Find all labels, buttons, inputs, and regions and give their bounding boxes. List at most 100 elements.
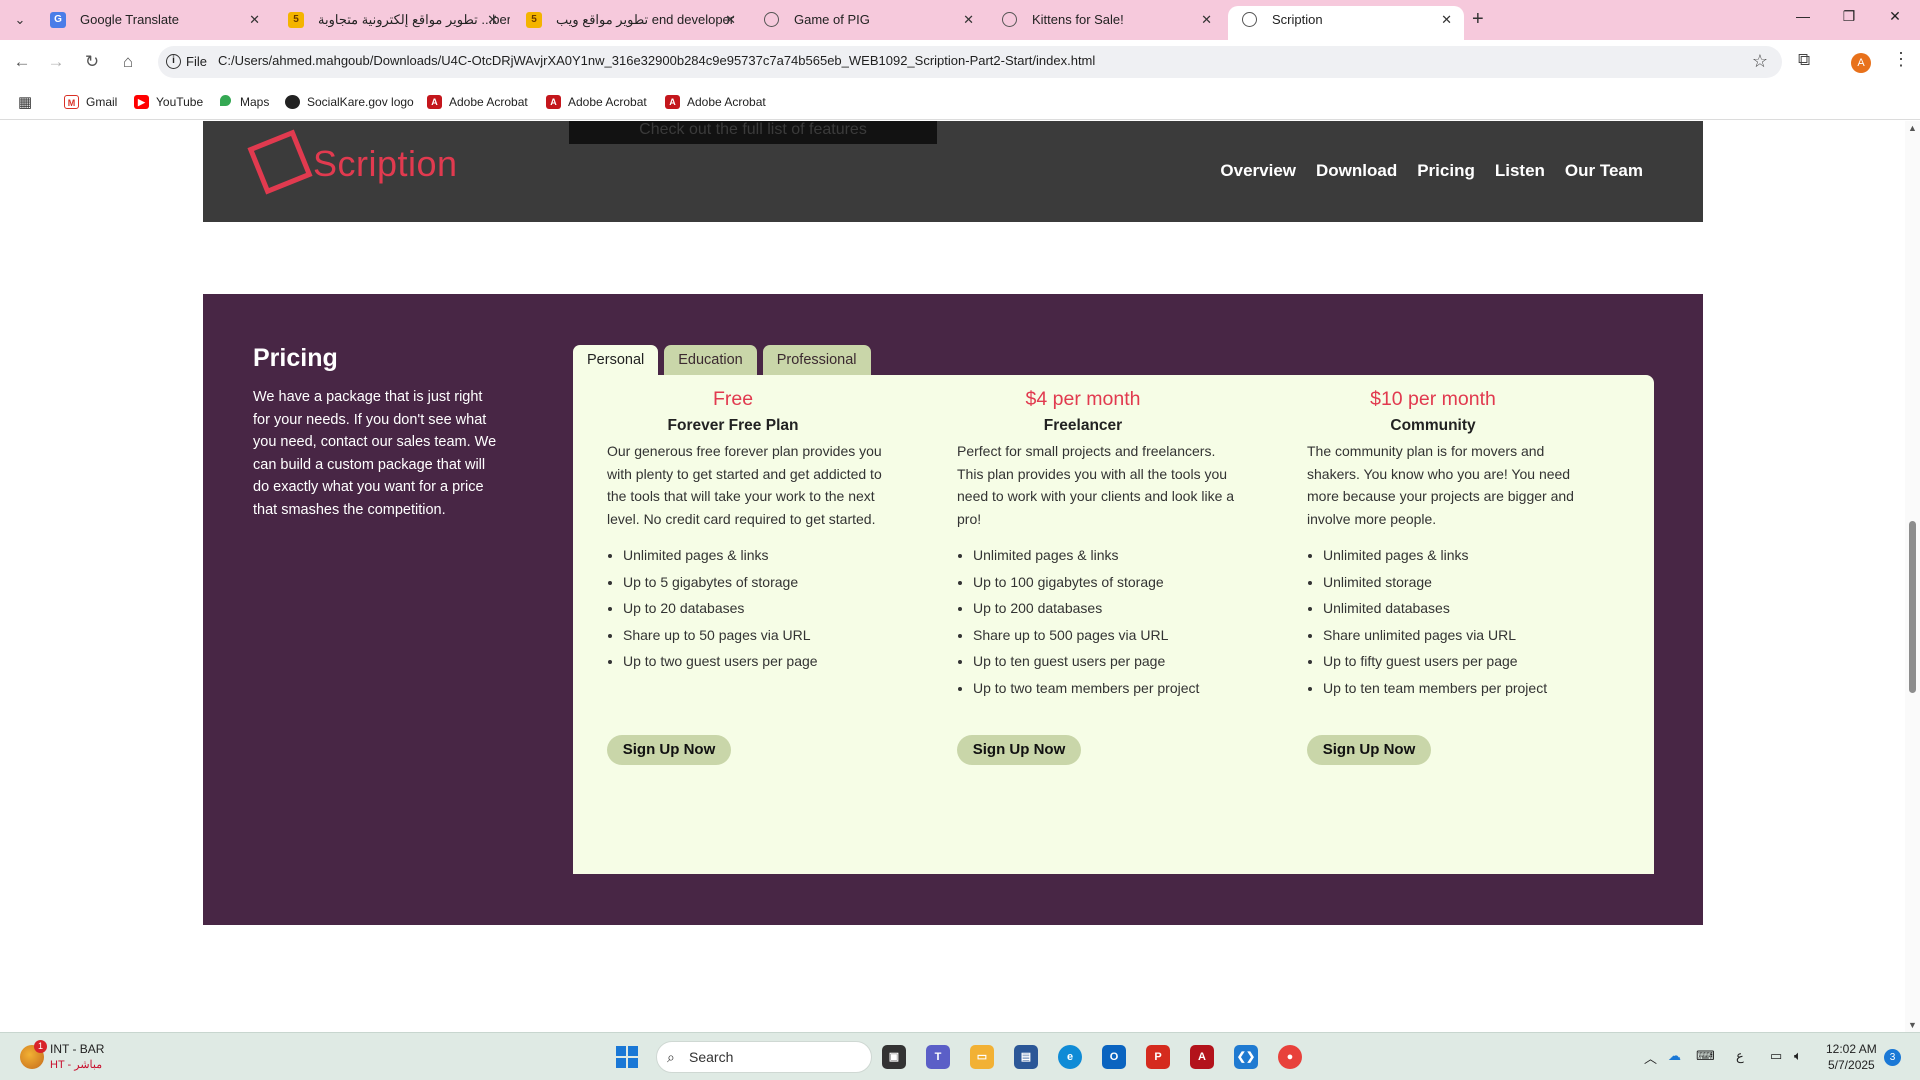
plan-features: Unlimited pages & links Unlimited storag… bbox=[1273, 542, 1593, 701]
nav-download[interactable]: Download bbox=[1316, 161, 1397, 181]
tab-scription[interactable]: Scription ✕ bbox=[1228, 6, 1464, 40]
windows-start-icon[interactable] bbox=[616, 1046, 638, 1068]
acrobat-icon: A bbox=[427, 95, 442, 109]
sign-up-button[interactable]: Sign Up Now bbox=[607, 735, 731, 765]
bookmark-youtube[interactable]: ▶ YouTube bbox=[134, 92, 203, 112]
taskbar-date[interactable]: 5/7/2025 bbox=[1828, 1058, 1875, 1072]
minimize-icon[interactable]: — bbox=[1780, 8, 1826, 24]
tab-responsive-web[interactable]: 5 تطوير مواقع إلكترونية متجاوبة ...ber ✕ bbox=[274, 6, 510, 40]
nav-listen[interactable]: Listen bbox=[1495, 161, 1545, 181]
bookmark-gmail[interactable]: M Gmail bbox=[64, 92, 117, 112]
browser-tab-strip: ⌄ G Google Translate ✕ 5 تطوير مواقع إلك… bbox=[0, 0, 1920, 40]
weather-badge: 1 bbox=[34, 1040, 47, 1053]
extensions-puzzle-icon[interactable]: ⧉ bbox=[1798, 50, 1810, 70]
reload-icon[interactable]: ↻ bbox=[80, 50, 104, 74]
scroll-down-arrow-icon[interactable]: ▼ bbox=[1908, 1020, 1917, 1030]
pdf-icon[interactable]: P bbox=[1146, 1045, 1170, 1069]
pricing-title: Pricing bbox=[253, 344, 338, 372]
close-tab-icon[interactable]: ✕ bbox=[1441, 6, 1452, 34]
plan-name: Community bbox=[1390, 417, 1476, 434]
sign-up-button[interactable]: Sign Up Now bbox=[1307, 735, 1431, 765]
address-bar[interactable]: i File C:/Users/ahmed.mahgoub/Downloads/… bbox=[158, 46, 1782, 78]
feature-item: Unlimited pages & links bbox=[973, 542, 1243, 569]
tray-chevron-icon[interactable]: ︿ bbox=[1644, 1048, 1657, 1067]
bookmark-socialkare[interactable]: SocialKare.gov logo bbox=[285, 92, 414, 112]
feature-item: Unlimited storage bbox=[1323, 569, 1593, 596]
back-arrow-icon[interactable]: ← bbox=[10, 50, 34, 74]
plan-features: Unlimited pages & links Up to 5 gigabyte… bbox=[573, 542, 893, 675]
feature-item: Up to ten guest users per page bbox=[973, 648, 1243, 675]
taskbar-search[interactable]: ⌕ Search bbox=[656, 1041, 872, 1073]
nav-pricing[interactable]: Pricing bbox=[1417, 161, 1475, 181]
pricing-section: Pricing We have a package that is just r… bbox=[203, 294, 1703, 925]
widget-line-2[interactable]: HT - مباشر bbox=[50, 1058, 102, 1071]
feature-item: Up to 200 databases bbox=[973, 595, 1243, 622]
onedrive-icon[interactable]: ☁ bbox=[1668, 1048, 1681, 1064]
tab-google-translate[interactable]: G Google Translate ✕ bbox=[36, 6, 272, 40]
bookmark-acrobat-1[interactable]: A Adobe Acrobat bbox=[427, 92, 528, 112]
features-link[interactable]: Check out the full list of features bbox=[569, 121, 937, 144]
file-explorer-icon[interactable]: ▭ bbox=[970, 1045, 994, 1069]
home-icon[interactable]: ⌂ bbox=[116, 50, 140, 74]
nav-overview[interactable]: Overview bbox=[1220, 161, 1296, 181]
tab-search-chevron-icon[interactable]: ⌄ bbox=[8, 9, 32, 31]
acrobat-taskbar-icon[interactable]: A bbox=[1190, 1045, 1214, 1069]
forward-arrow-icon[interactable]: → bbox=[44, 50, 68, 74]
notifications-badge[interactable]: 3 bbox=[1884, 1049, 1901, 1066]
apps-grid-icon[interactable]: ▦ bbox=[18, 93, 32, 111]
vscode-icon[interactable]: ❮❯ bbox=[1234, 1045, 1258, 1069]
bookmark-star-icon[interactable]: ☆ bbox=[1752, 51, 1768, 72]
close-window-icon[interactable]: ✕ bbox=[1872, 8, 1918, 25]
scroll-up-arrow-icon[interactable]: ▲ bbox=[1908, 123, 1917, 133]
edge-icon[interactable]: e bbox=[1058, 1045, 1082, 1069]
volume-icon[interactable]: 🔈︎ bbox=[1794, 1048, 1802, 1064]
more-menu-icon[interactable]: ⋮ bbox=[1892, 49, 1910, 70]
taskbar-time[interactable]: 12:02 AM bbox=[1826, 1042, 1877, 1056]
feature-item: Up to 100 gigabytes of storage bbox=[973, 569, 1243, 596]
scrollbar-thumb[interactable] bbox=[1909, 521, 1916, 693]
network-icon[interactable]: ▭ bbox=[1770, 1048, 1782, 1064]
site-header: Check out the full list of features Scri… bbox=[203, 121, 1703, 222]
bookmark-maps[interactable]: Maps bbox=[218, 92, 269, 112]
plan-features: Unlimited pages & links Up to 100 gigaby… bbox=[923, 542, 1243, 701]
teams-icon[interactable]: T bbox=[926, 1045, 950, 1069]
new-tab-plus-icon[interactable]: + bbox=[1472, 8, 1484, 30]
sign-up-button[interactable]: Sign Up Now bbox=[957, 735, 1081, 765]
tab-education[interactable]: Education bbox=[664, 345, 757, 375]
close-tab-icon[interactable]: ✕ bbox=[487, 6, 498, 34]
widget-line-1[interactable]: INT - BAR bbox=[50, 1042, 104, 1056]
feature-item: Up to fifty guest users per page bbox=[1323, 648, 1593, 675]
profile-avatar[interactable]: A bbox=[1851, 53, 1871, 73]
plan-free: Free Forever Free Plan Our generous free… bbox=[573, 388, 893, 788]
bookmark-acrobat-2[interactable]: A Adobe Acrobat bbox=[546, 92, 647, 112]
tab-game-of-pig[interactable]: Game of PIG ✕ bbox=[750, 6, 986, 40]
feature-item: Up to ten team members per project bbox=[1323, 675, 1593, 702]
outlook-icon[interactable]: O bbox=[1102, 1045, 1126, 1069]
nav-our-team[interactable]: Our Team bbox=[1565, 161, 1643, 181]
site-logo[interactable]: Scription bbox=[313, 143, 458, 185]
info-icon: i bbox=[166, 54, 181, 69]
tab-professional[interactable]: Professional bbox=[762, 345, 871, 375]
tab-personal[interactable]: Personal bbox=[573, 345, 659, 375]
tab-kittens[interactable]: Kittens for Sale! ✕ bbox=[988, 6, 1224, 40]
maps-icon bbox=[220, 95, 231, 106]
feature-item: Up to 20 databases bbox=[623, 595, 893, 622]
store-icon[interactable]: ▤ bbox=[1014, 1045, 1038, 1069]
close-tab-icon[interactable]: ✕ bbox=[725, 6, 736, 34]
url-text[interactable]: C:/Users/ahmed.mahgoub/Downloads/U4C-Otc… bbox=[218, 53, 1095, 68]
chrome-icon[interactable]: ● bbox=[1278, 1045, 1302, 1069]
site-info-chip[interactable]: i File bbox=[166, 52, 207, 72]
close-tab-icon[interactable]: ✕ bbox=[963, 6, 974, 34]
browser-toolbar: ← → ↻ ⌂ i File C:/Users/ahmed.mahgoub/Do… bbox=[0, 40, 1920, 84]
task-view-icon[interactable]: ▣ bbox=[882, 1045, 906, 1069]
pricing-tabs: Personal Education Professional bbox=[573, 345, 871, 375]
tab-front-end-dev[interactable]: 5 تطوير مواقع ويب end developer ✕ bbox=[512, 6, 748, 40]
bookmark-acrobat-3[interactable]: A Adobe Acrobat bbox=[665, 92, 766, 112]
globe-icon bbox=[1242, 12, 1257, 27]
close-tab-icon[interactable]: ✕ bbox=[1201, 6, 1212, 34]
page-scrollbar[interactable]: ▲ ▼ bbox=[1905, 121, 1920, 1032]
restore-icon[interactable]: ❐ bbox=[1826, 8, 1872, 25]
close-tab-icon[interactable]: ✕ bbox=[249, 6, 260, 34]
keyboard-icon[interactable]: ⌨ bbox=[1696, 1048, 1715, 1064]
ime-indicator[interactable]: ع bbox=[1736, 1048, 1744, 1064]
